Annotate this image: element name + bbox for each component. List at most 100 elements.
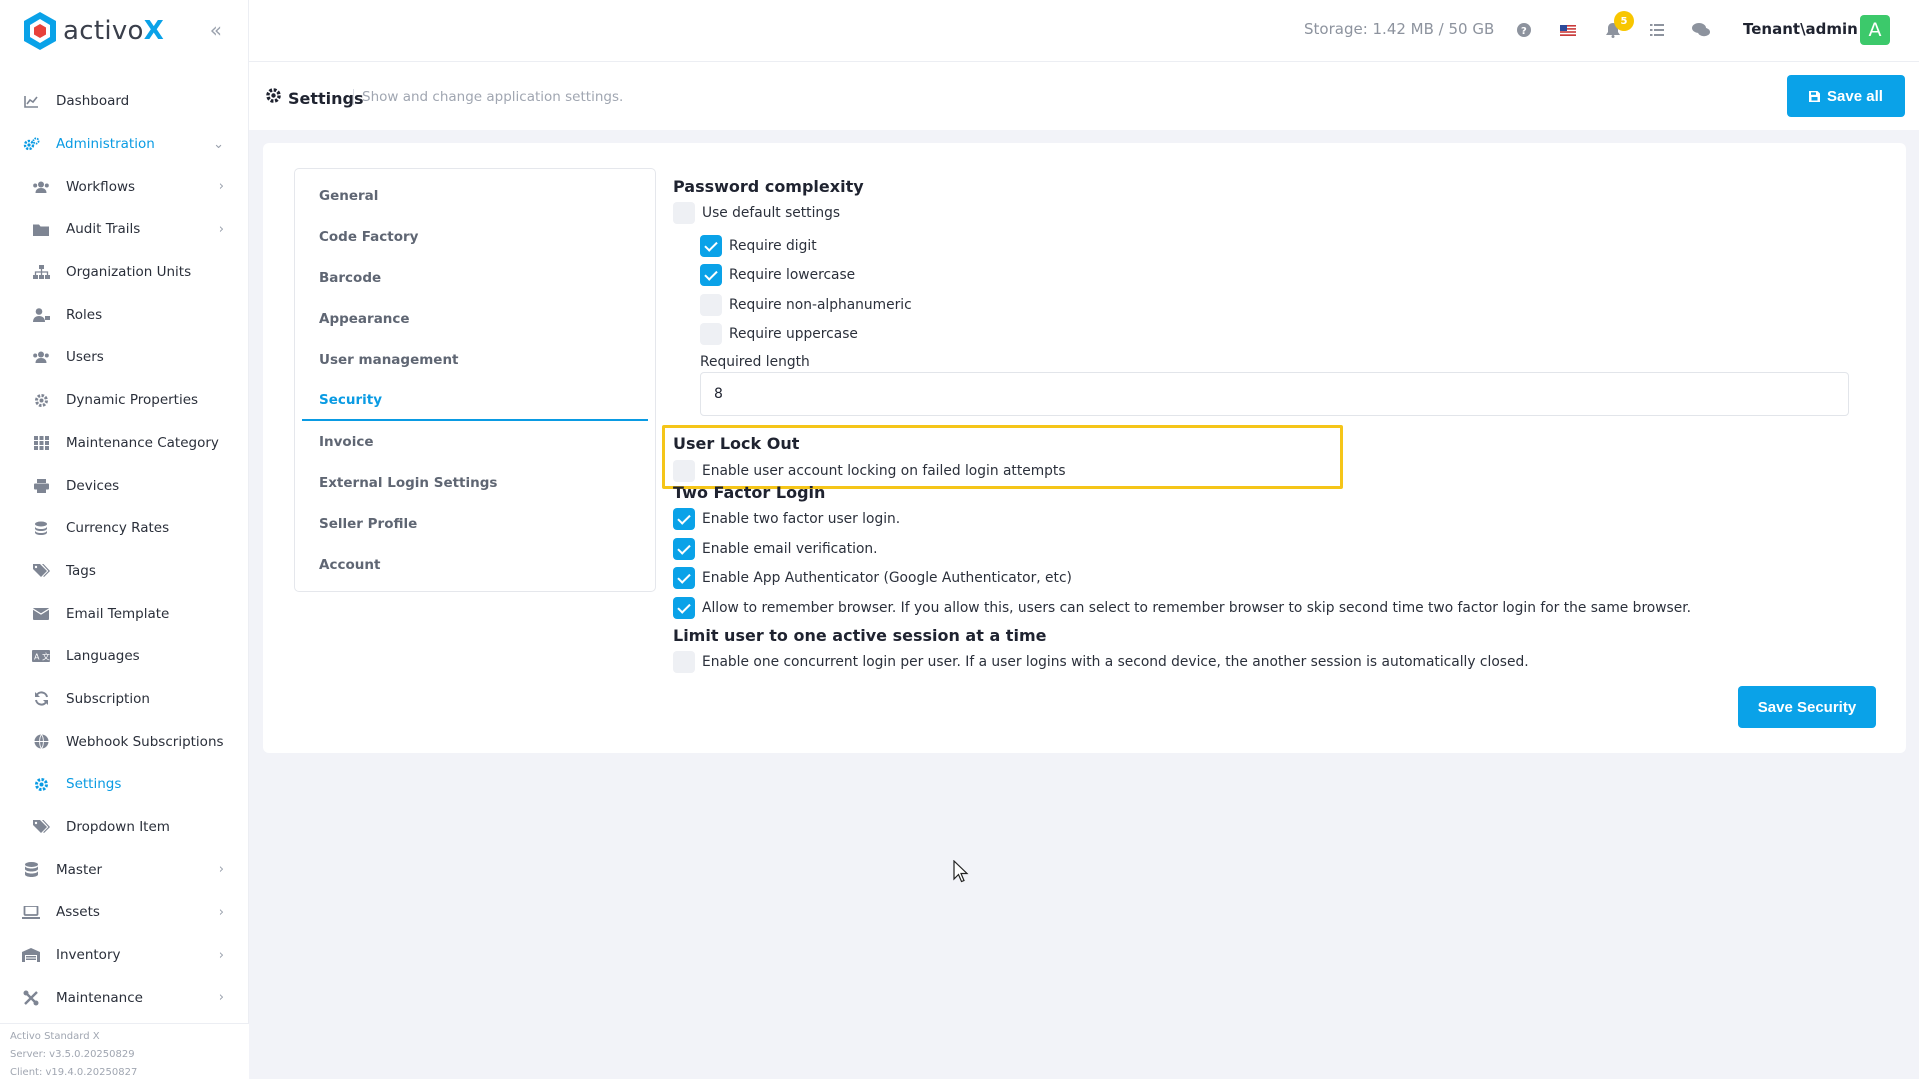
sidebar-item-settings[interactable]: Settings [0,763,248,806]
sidebar-item-roles[interactable]: Roles [0,293,248,336]
topbar: Storage: 1.42 MB / 50 GB ? 5 Tenant\admi… [249,0,1919,62]
checkbox[interactable] [673,460,695,482]
sidebar-item-devices[interactable]: Devices [0,464,248,507]
sidebar-item-users[interactable]: Users [0,336,248,379]
use-default-settings-checkbox[interactable]: Use default settings [673,202,840,224]
sidebar-item-master[interactable]: Master › [0,848,248,891]
flag-us-icon[interactable] [1557,19,1579,41]
logo-icon [24,12,56,50]
checkbox[interactable] [700,323,722,345]
chevron-right-icon: › [218,904,224,920]
list-icon[interactable] [1646,19,1668,41]
product-name: Activo Standard X [10,1031,100,1042]
users-icon [32,348,50,366]
tenant-user[interactable]: Tenant\admin [1743,20,1858,38]
sidebar-item-label: Inventory [56,947,121,964]
tab-account[interactable]: Account [295,544,655,585]
required-length-input[interactable]: 8 [700,372,1849,416]
checkbox[interactable] [673,538,695,560]
sidebar-item-assets[interactable]: Assets › [0,891,248,934]
sidebar-item-inventory[interactable]: Inventory › [0,934,248,977]
tab-seller-profile[interactable]: Seller Profile [295,503,655,544]
enable-email-verification-checkbox[interactable]: Enable email verification. [673,538,878,560]
sidebar-item-label: Master [56,861,103,878]
settings-tabs: General Code Factory Barcode Appearance … [294,168,656,592]
page-title: Settings [265,87,364,109]
require-uppercase-checkbox[interactable]: Require uppercase [700,323,858,345]
save-all-button[interactable]: Save all [1787,75,1905,117]
brand-name: activoX [63,16,165,46]
tab-code-factory[interactable]: Code Factory [295,216,655,257]
cogs-icon [22,135,40,153]
tags-icon [32,562,50,580]
checkbox[interactable] [700,264,722,286]
enable-two-factor-checkbox[interactable]: Enable two factor user login. [673,508,900,530]
sidebar-item-dropdown-item[interactable]: Dropdown Item [0,806,248,849]
tab-invoice[interactable]: Invoice [295,421,655,462]
sidebar-item-subscription[interactable]: Subscription [0,678,248,721]
checkbox[interactable] [673,202,695,224]
tab-general[interactable]: General [295,175,655,216]
gear-icon [32,775,50,793]
folder-icon [32,220,50,238]
tab-appearance[interactable]: Appearance [295,298,655,339]
laptop-icon [22,903,40,921]
require-digit-checkbox[interactable]: Require digit [700,235,817,257]
chat-icon[interactable] [1690,19,1712,41]
sidebar-item-maintenance-category[interactable]: Maintenance Category [0,422,248,465]
sidebar-item-workflows[interactable]: Workflows › [0,165,248,208]
sidebar-item-label: Administration [56,136,155,153]
sidebar-item-currency-rates[interactable]: Currency Rates [0,507,248,550]
sidebar-nav: Dashboard Administration ⌄ Workflows › A… [0,80,248,1019]
sidebar-item-webhook-subscriptions[interactable]: Webhook Subscriptions [0,720,248,763]
sidebar-item-maintenance[interactable]: Maintenance › [0,976,248,1019]
user-lockout-title: User Lock Out [673,434,800,453]
chevron-right-icon: › [218,990,224,1006]
sidebar-item-label: Roles [66,306,103,323]
checkbox[interactable] [673,567,695,589]
sidebar-item-label: Audit Trails [66,221,141,238]
tab-external-login-settings[interactable]: External Login Settings [295,462,655,503]
tab-barcode[interactable]: Barcode [295,257,655,298]
chart-icon [22,92,40,110]
sidebar-item-organization-units[interactable]: Organization Units [0,251,248,294]
sidebar-item-languages[interactable]: A文 Languages [0,635,248,678]
save-security-button[interactable]: Save Security [1738,686,1876,728]
require-non-alphanumeric-checkbox[interactable]: Require non-alphanumeric [700,294,912,316]
sidebar-item-dynamic-properties[interactable]: Dynamic Properties [0,379,248,422]
sidebar-item-label: Currency Rates [66,520,170,537]
bell-icon[interactable]: 5 [1602,11,1634,41]
sidebar-item-label: Dropdown Item [66,819,170,836]
two-factor-title: Two Factor Login [673,483,826,502]
sidebar-item-tags[interactable]: Tags [0,550,248,593]
sidebar-item-email-template[interactable]: Email Template [0,592,248,635]
tab-security[interactable]: Security [302,380,648,421]
checkbox[interactable] [673,508,695,530]
brand[interactable]: activoX « [0,0,248,62]
tab-user-management[interactable]: User management [295,339,655,380]
checkbox[interactable] [673,597,695,619]
single-session-title: Limit user to one active session at a ti… [673,626,1047,645]
svg-text:?: ? [1521,26,1527,37]
sidebar-item-label: Subscription [66,690,150,707]
checkbox[interactable] [700,294,722,316]
sidebar-item-dashboard[interactable]: Dashboard [0,80,248,123]
sidebar-item-audit-trails[interactable]: Audit Trails › [0,208,248,251]
storage-usage: Storage: 1.42 MB / 50 GB [1304,20,1495,38]
avatar[interactable]: A [1860,15,1890,45]
help-icon[interactable]: ? [1513,19,1535,41]
collapse-sidebar-icon[interactable]: « [210,18,222,42]
checkbox[interactable] [673,651,695,673]
notification-badge: 5 [1614,11,1634,31]
single-session-checkbox[interactable]: Enable one concurrent login per user. If… [673,651,1529,673]
sidebar-item-administration[interactable]: Administration ⌄ [0,123,248,166]
svg-text:A: A [34,653,40,662]
enable-lockout-checkbox[interactable]: Enable user account locking on failed lo… [673,460,1066,482]
require-lowercase-checkbox[interactable]: Require lowercase [700,264,855,286]
database-icon [22,861,40,879]
enable-app-authenticator-checkbox[interactable]: Enable App Authenticator (Google Authent… [673,567,1072,589]
sidebar-item-label: Maintenance Category [66,434,219,451]
checkbox[interactable] [700,235,722,257]
remember-browser-checkbox[interactable]: Allow to remember browser. If you allow … [673,597,1691,619]
warehouse-icon [22,946,40,964]
